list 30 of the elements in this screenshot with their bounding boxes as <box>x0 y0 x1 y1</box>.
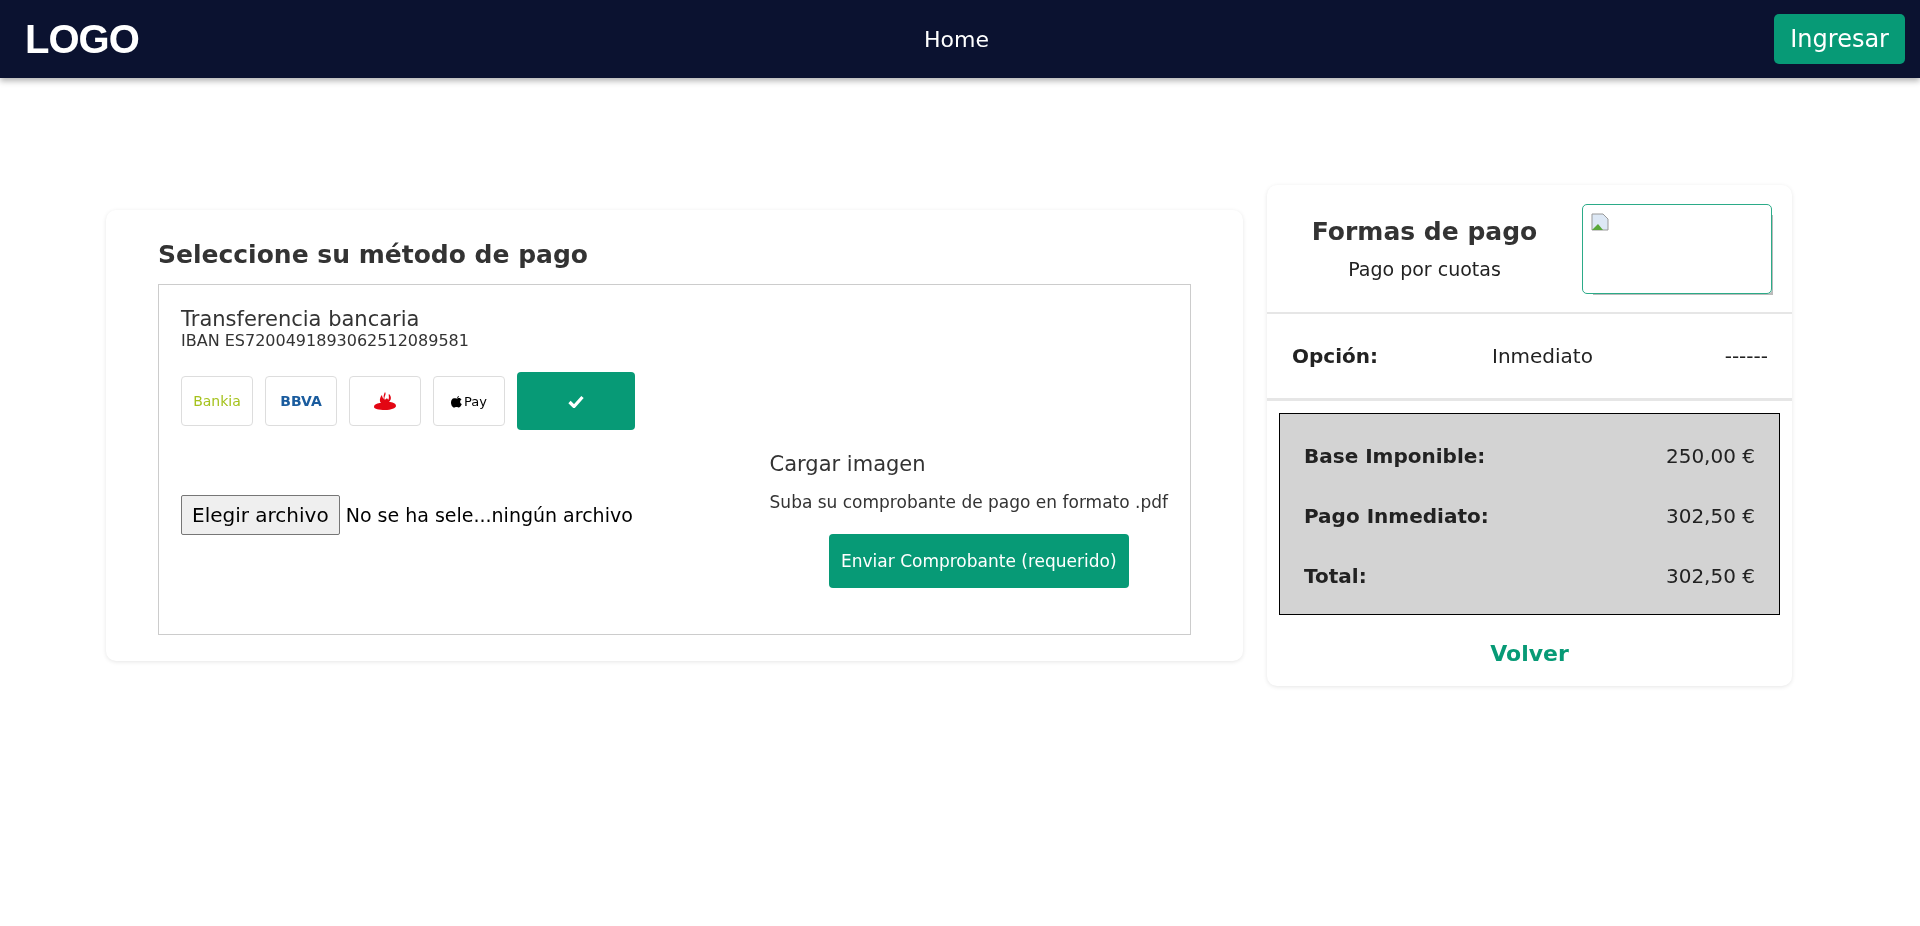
method-name: Transferencia bancaria <box>181 307 421 331</box>
logo[interactable]: LOGO <box>25 16 139 62</box>
bank-option[interactable]: BBVA <box>265 376 337 426</box>
file-status: No se ha sele...ningún archivo <box>345 504 633 526</box>
option-value: Inmediato <box>1492 344 1594 368</box>
bank-option[interactable] <box>349 376 421 426</box>
upload-hint: Suba su comprobante de pago en formato .pdf <box>769 492 1168 512</box>
section-title: Seleccione su método de pago <box>158 240 589 269</box>
total-value: 302,50 € <box>1665 564 1755 588</box>
total-label: Pago Inmediato: <box>1304 504 1489 528</box>
apple-icon <box>451 394 463 408</box>
choose-file-button[interactable]: Elegir archivo <box>181 495 340 535</box>
total-value: 302,50 € <box>1665 504 1755 528</box>
login-button[interactable]: Ingresar <box>1774 14 1905 64</box>
total-label: Total: <box>1304 564 1367 588</box>
total-value: 250,00 € <box>1665 444 1755 468</box>
summary-title: Formas de pago <box>1310 217 1539 246</box>
option-extra: ------ <box>1724 344 1768 368</box>
upload-title: Cargar imagen <box>769 452 926 476</box>
check-icon <box>568 394 584 408</box>
flame-icon <box>373 391 397 411</box>
summary-subtitle: Pago por cuotas <box>1347 258 1502 280</box>
back-link[interactable]: Volver <box>1267 641 1792 666</box>
iban-text: IBAN ES7200491893062512089581 <box>181 331 470 350</box>
send-receipt-button[interactable]: Enviar Comprobante (requerido) <box>829 534 1129 588</box>
option-label: Opción: <box>1292 344 1379 368</box>
bank-option[interactable]: Pay <box>433 376 505 426</box>
nav-link[interactable]: Home <box>924 26 989 52</box>
total-label: Base Imponible: <box>1304 444 1486 468</box>
broken-image-icon <box>1591 212 1609 231</box>
